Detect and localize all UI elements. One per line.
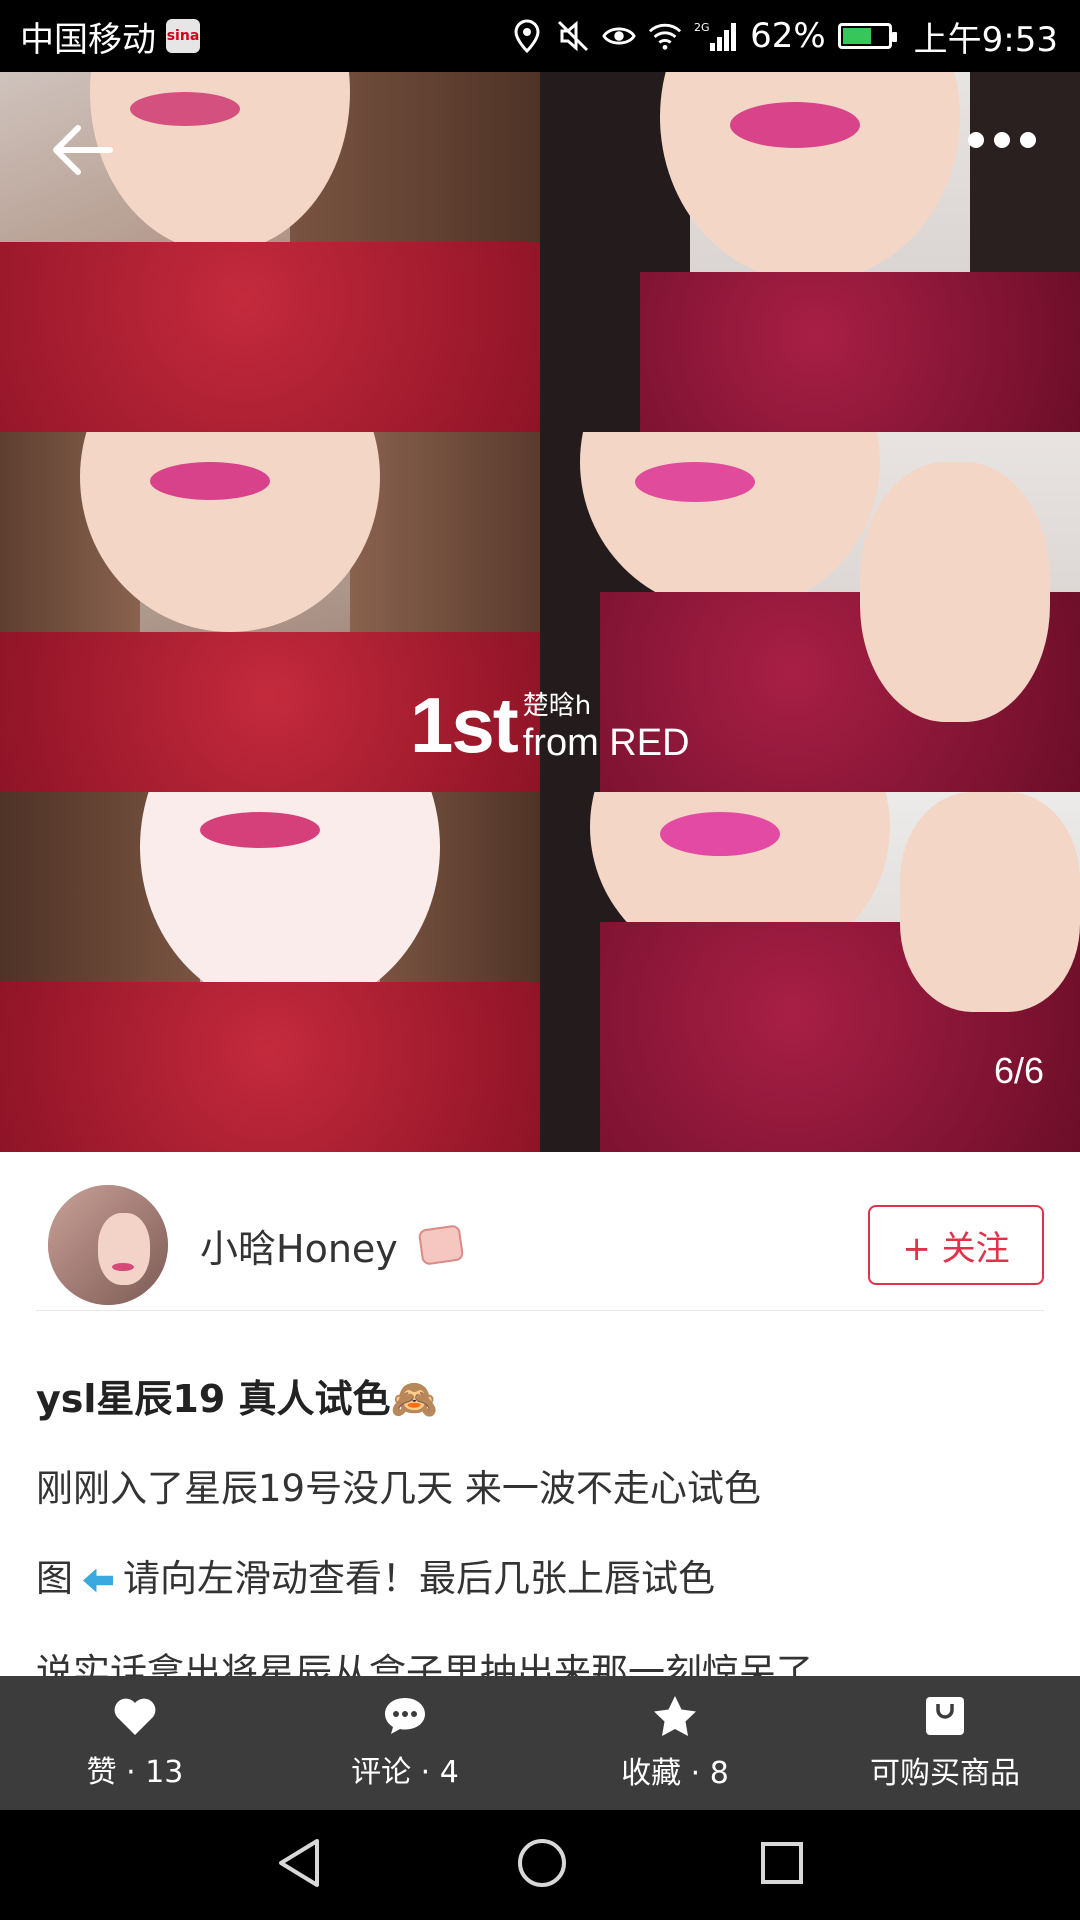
red-watermark: 1st 楚晗h from RED [410, 680, 730, 770]
carrier-label: 中国移动 [20, 19, 156, 60]
status-bar: 中国移动 sina 2G 62% 上午9:53 [0, 0, 1080, 72]
post-text-prefix: 图 [36, 1557, 73, 1600]
heart-icon [114, 1698, 156, 1735]
battery-icon [837, 23, 897, 49]
like-label: 赞 · 13 [86, 1755, 184, 1790]
collect-label: 收藏 · 8 [621, 1756, 729, 1791]
nav-recents-icon[interactable] [759, 1840, 805, 1890]
collect-button[interactable]: 收藏 · 8 [540, 1676, 810, 1810]
battery-percent: 62% [750, 16, 826, 56]
more-dot-icon [968, 132, 984, 148]
author-row: 小晗Honey + 关注 [36, 1180, 1044, 1311]
back-button[interactable] [48, 120, 118, 180]
shop-button[interactable]: 可购买商品 [810, 1676, 1080, 1810]
action-bar: 赞 · 13 评论 · 4 收藏 · 8 可购买商品 [0, 1676, 1080, 1810]
like-button[interactable]: 赞 · 13 [0, 1676, 270, 1810]
clock: 上午9:53 [913, 19, 1058, 60]
photo-tile [0, 792, 540, 1152]
avatar[interactable] [48, 1185, 168, 1305]
more-dot-icon [994, 132, 1010, 148]
wifi-icon [648, 19, 682, 53]
watermark-from: from RED [522, 722, 690, 764]
author-name[interactable]: 小晗Honey [200, 1218, 398, 1273]
eye-icon [602, 19, 636, 53]
nav-home-icon[interactable] [516, 1837, 568, 1893]
watermark-badge: 1st [410, 680, 519, 769]
comment-icon [385, 1698, 425, 1734]
comment-button[interactable]: 评论 · 4 [270, 1676, 540, 1810]
pillow-badge-icon [417, 1224, 465, 1266]
photo-tile [540, 72, 1080, 432]
shopping-bag-icon [926, 1697, 964, 1735]
system-nav-bar [0, 1810, 1080, 1920]
back-arrow-icon [53, 125, 113, 175]
weibo-icon: sina [166, 19, 200, 53]
page-indicator: 6/6 [993, 1050, 1044, 1091]
more-button[interactable] [968, 132, 1036, 148]
follow-button[interactable]: + 关注 [868, 1205, 1044, 1285]
mute-icon [556, 19, 590, 53]
shop-label: 可购买商品 [870, 1756, 1020, 1791]
more-dot-icon [1020, 132, 1036, 148]
left-arrow-icon [83, 1568, 113, 1593]
comment-label: 评论 · 4 [351, 1755, 459, 1790]
photo-gallery[interactable] [0, 72, 1080, 1152]
photo-tile [540, 792, 1080, 1152]
signal-icon: 2G [694, 19, 738, 53]
watermark-user: 楚晗h [522, 691, 592, 721]
post-text-line: 刚刚入了星辰19号没几天 来一波不走心试色 [36, 1467, 761, 1510]
post-text-suffix: 请向左滑动查看！最后几张上唇试色 [123, 1557, 715, 1600]
location-icon [510, 19, 544, 53]
post-text-line: 图 请向左滑动查看！最后几张上唇试色 [36, 1548, 715, 1602]
post-title: ysl星辰19 真人试色🙈 [36, 1377, 438, 1421]
svg-text:2G: 2G [694, 21, 710, 34]
star-icon [654, 1696, 696, 1736]
nav-back-icon[interactable] [275, 1837, 325, 1893]
